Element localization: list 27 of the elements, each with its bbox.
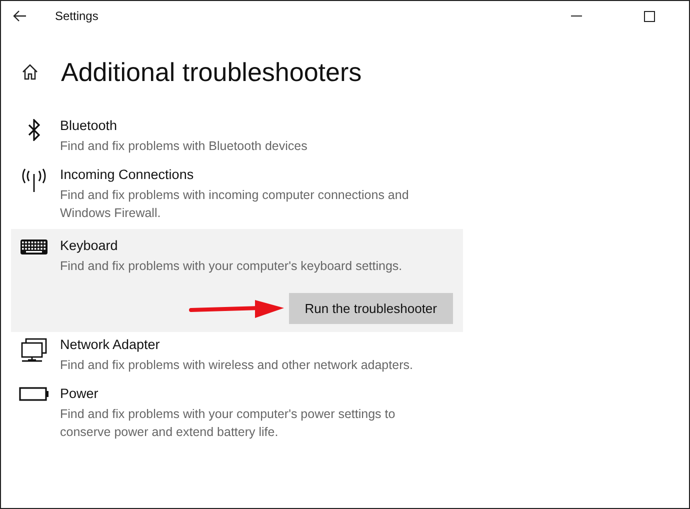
run-troubleshooter-button[interactable]: Run the troubleshooter: [288, 293, 453, 324]
network-icon: [20, 338, 48, 364]
page-title: Additional troubleshooters: [61, 56, 362, 88]
troubleshooter-item[interactable]: Incoming Connections Find and fix problems with incoming computer connections and Windows Firewall.: [11, 162, 463, 229]
troubleshooter-item[interactable]: Bluetooth Find and fix problems with Bluetooth devices: [11, 113, 463, 162]
antenna-icon: [20, 168, 48, 192]
troubleshooter-description: Find and fix problems with your computer's power settings to conserve power and extend battery life.: [60, 406, 396, 441]
troubleshooter-item[interactable]: Network Adapter Find and fix problems with wireless and other network adapters.: [11, 332, 463, 381]
troubleshooter-description: Find and fix problems with Bluetooth devices: [60, 138, 308, 155]
troubleshooter-description: Find and fix problems with your computer's keyboard settings.: [60, 258, 404, 275]
troubleshooter-name: Keyboard: [60, 237, 119, 255]
window-title: Settings: [55, 9, 98, 23]
home-icon[interactable]: [21, 63, 39, 81]
troubleshooter-item[interactable]: Keyboard Find and fix problems with your computer's keyboard settings. Run the troubleshooter: [11, 229, 463, 332]
troubleshooter-description: Find and fix problems with wireless and other network adapters.: [60, 357, 414, 374]
troubleshooter-item[interactable]: Power Find and fix problems with your computer's power settings to conserve power and extend battery life.: [11, 381, 463, 448]
troubleshooter-name: Bluetooth: [60, 117, 118, 135]
bluetooth-icon: [28, 119, 40, 141]
troubleshooter-name: Incoming Connections: [60, 166, 195, 184]
maximize-icon[interactable]: [644, 10, 655, 22]
troubleshooter-name: Power: [60, 385, 100, 403]
minimize-icon[interactable]: [571, 15, 582, 17]
keyboard-icon: [20, 239, 48, 255]
battery-icon: [19, 387, 49, 401]
troubleshooter-name: Network Adapter: [60, 336, 161, 354]
troubleshooter-description: Find and fix problems with incoming computer connections and Windows Firewall.: [60, 187, 410, 222]
back-icon[interactable]: [13, 10, 27, 22]
